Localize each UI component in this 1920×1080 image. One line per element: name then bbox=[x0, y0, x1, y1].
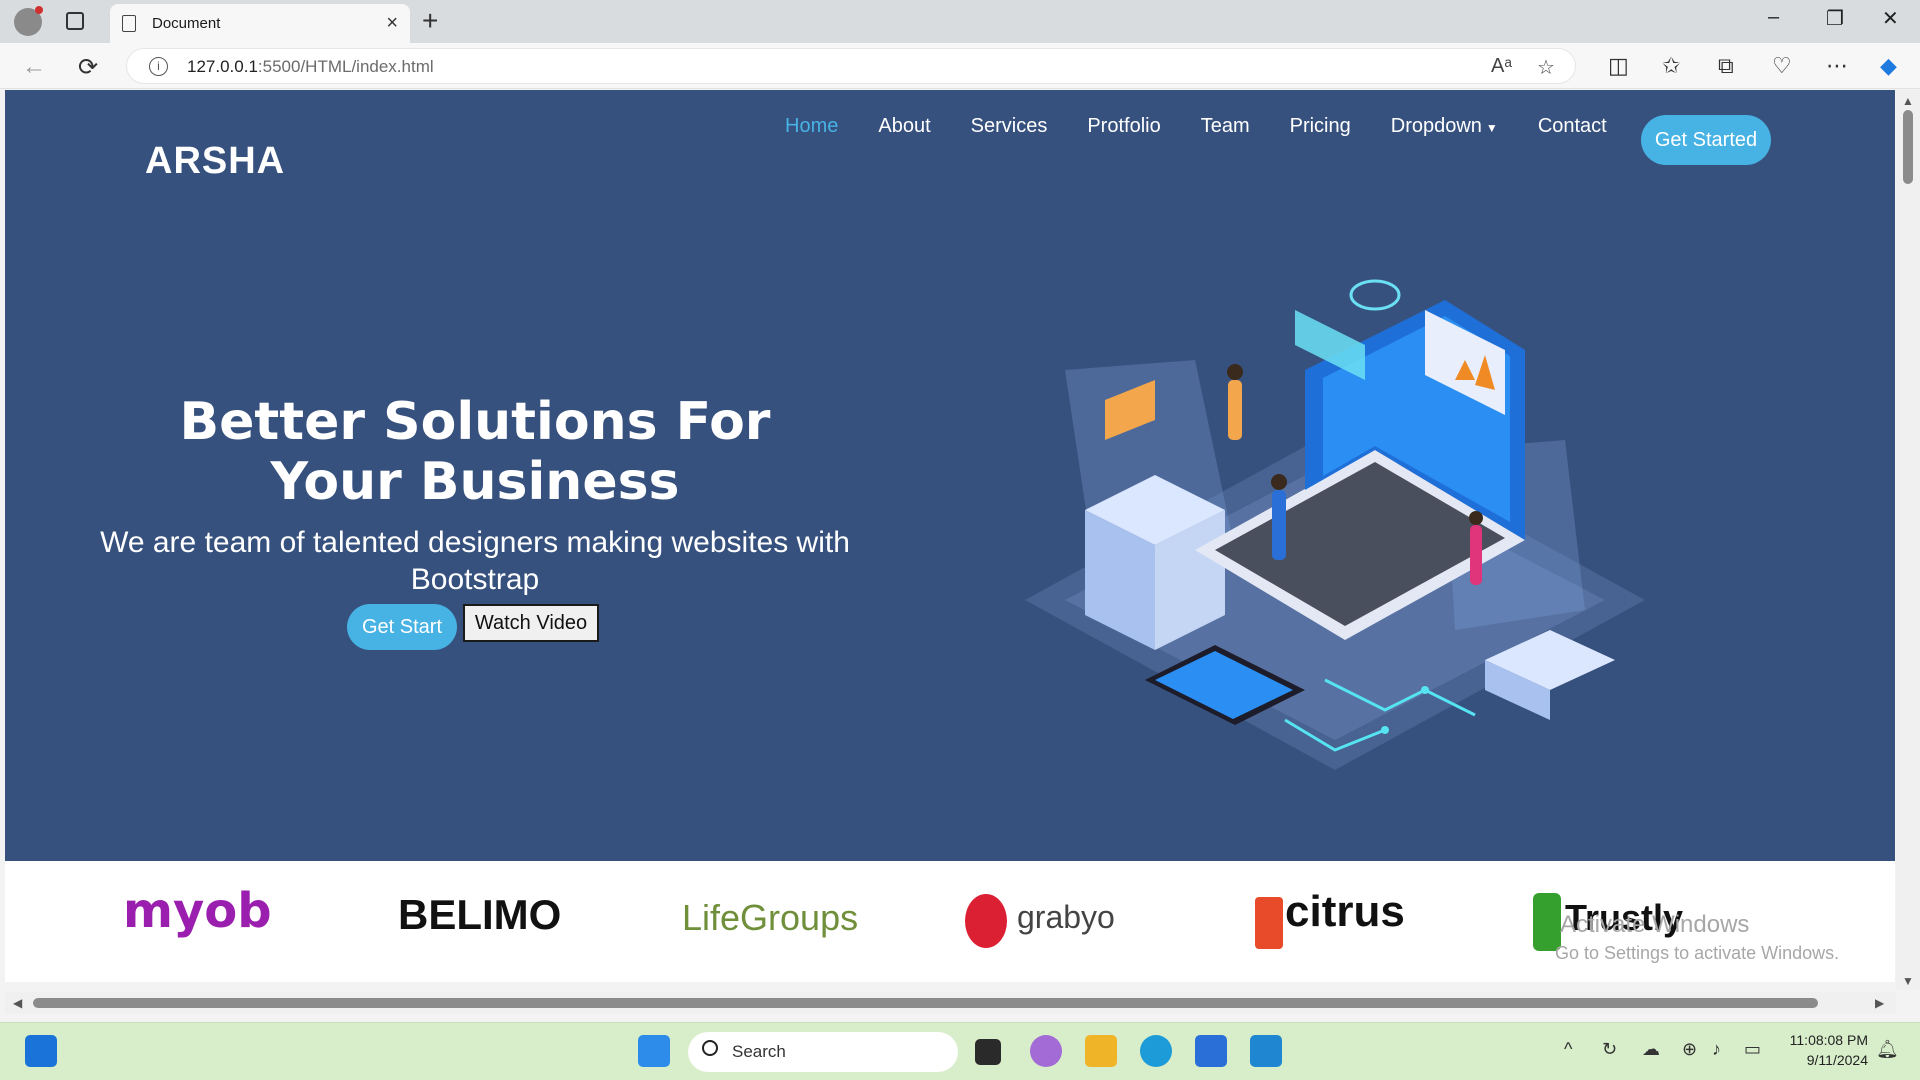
nav-dropdown-label: Dropdown bbox=[1390, 115, 1482, 137]
hero-illustration bbox=[1025, 279, 1645, 770]
client-logo-lifegroups: LifeGroups bbox=[682, 897, 859, 938]
get-started-button[interactable]: Get Started bbox=[1641, 115, 1771, 165]
clock-date: 9/11/2024 bbox=[1806, 1052, 1868, 1068]
client-logo-myob: myob bbox=[123, 883, 272, 939]
browser-essentials-icon[interactable]: ♡ bbox=[1772, 53, 1792, 79]
windows-taskbar: Search ^ ↻ ☁ ⊕ ♪ ▭ 11:08:08 PM 9/11/2024… bbox=[0, 1022, 1920, 1080]
collections-icon[interactable]: ⧉ bbox=[1718, 53, 1734, 79]
nav-dropdown[interactable]: Dropdown ▼ bbox=[1391, 115, 1498, 138]
browser-tab[interactable]: Document × bbox=[110, 4, 410, 43]
new-tab-icon[interactable]: + bbox=[422, 5, 438, 37]
scroll-down-icon[interactable]: ▼ bbox=[1902, 974, 1914, 988]
show-hidden-icons[interactable]: ^ bbox=[1564, 1039, 1572, 1060]
restore-icon[interactable]: ❐ bbox=[1826, 6, 1844, 31]
url-path: :5500/HTML/index.html bbox=[257, 57, 434, 76]
url-text[interactable]: 127.0.0.1:5500/HTML/index.html bbox=[187, 57, 434, 77]
copilot-icon[interactable]: ◆ bbox=[1880, 53, 1897, 79]
copilot-taskbar-icon[interactable] bbox=[1030, 1035, 1062, 1067]
tab-actions-icon[interactable] bbox=[66, 12, 84, 30]
scroll-left-icon[interactable]: ◀ bbox=[13, 996, 22, 1010]
vertical-scroll-thumb[interactable] bbox=[1903, 110, 1913, 184]
nav-services[interactable]: Services bbox=[971, 115, 1048, 138]
activate-windows-subtitle: Go to Settings to activate Windows. bbox=[1555, 943, 1840, 963]
vertical-scrollbar[interactable]: ▲ ▼ bbox=[1896, 90, 1920, 990]
vscode-icon[interactable] bbox=[1250, 1035, 1282, 1067]
client-logo-belimo: BELIMO bbox=[398, 891, 562, 938]
clock[interactable]: 11:08:08 PM 9/11/2024 bbox=[1782, 1030, 1868, 1070]
address-toolbar: ← ⟳ i 127.0.0.1:5500/HTML/index.html Aᵃ … bbox=[0, 43, 1920, 89]
clock-time: 11:08:08 PM bbox=[1789, 1032, 1868, 1048]
nav-contact[interactable]: Contact bbox=[1538, 115, 1607, 138]
horizontal-scrollbar[interactable]: ◀ ▶ bbox=[5, 992, 1896, 1014]
hero-subtitle: We are team of talented designers making… bbox=[100, 526, 850, 596]
client-logo-grabyo: grabyo bbox=[1017, 899, 1115, 935]
start-icon[interactable] bbox=[638, 1035, 670, 1067]
nav-portfolio[interactable]: Protfolio bbox=[1087, 115, 1160, 138]
address-bar[interactable]: i 127.0.0.1:5500/HTML/index.html Aᵃ ☆ bbox=[126, 48, 1576, 84]
horizontal-scroll-thumb[interactable] bbox=[33, 998, 1818, 1008]
close-window-icon[interactable]: ✕ bbox=[1882, 6, 1899, 31]
hero-title: Better Solutions For Your Business bbox=[179, 392, 771, 512]
edge-icon[interactable] bbox=[1140, 1035, 1172, 1067]
caret-down-icon: ▼ bbox=[1485, 121, 1498, 135]
taskbar-search-label: Search bbox=[732, 1042, 786, 1061]
close-tab-icon[interactable]: × bbox=[386, 12, 398, 35]
favorites-icon[interactable]: ✩ bbox=[1662, 53, 1680, 79]
network-icon[interactable]: ⊕ bbox=[1682, 1039, 1697, 1060]
battery-icon[interactable]: ▭ bbox=[1744, 1039, 1761, 1060]
main-nav: Home About Services Protfolio Team Prici… bbox=[785, 115, 1647, 138]
sync-icon[interactable]: ↻ bbox=[1602, 1039, 1617, 1060]
split-screen-icon[interactable]: ◫ bbox=[1608, 53, 1629, 79]
scroll-up-icon[interactable]: ▲ bbox=[1902, 94, 1914, 108]
grabyo-icon bbox=[965, 894, 1007, 948]
watch-video-button[interactable]: Watch Video bbox=[463, 604, 599, 642]
nav-team[interactable]: Team bbox=[1201, 115, 1250, 138]
browser-tab-strip: Document × + – ❐ ✕ bbox=[0, 0, 1920, 43]
notifications-icon[interactable]: 🔔︎ bbox=[1876, 1039, 1899, 1060]
nav-pricing[interactable]: Pricing bbox=[1290, 115, 1351, 138]
tab-title: Document bbox=[152, 15, 221, 32]
task-view-icon[interactable] bbox=[975, 1039, 1001, 1065]
get-start-button[interactable]: Get Start bbox=[347, 604, 457, 650]
nav-about[interactable]: About bbox=[878, 115, 930, 138]
scroll-right-icon[interactable]: ▶ bbox=[1875, 996, 1884, 1010]
widgets-icon[interactable] bbox=[25, 1035, 57, 1067]
favorite-star-icon[interactable]: ☆ bbox=[1537, 55, 1555, 80]
activate-windows-title: Activate Windows bbox=[1560, 911, 1750, 938]
volume-icon[interactable]: ♪ bbox=[1712, 1039, 1721, 1060]
taskbar-search[interactable]: Search bbox=[688, 1032, 958, 1072]
read-aloud-icon[interactable]: Aᵃ bbox=[1491, 55, 1512, 78]
cloud-offline-icon[interactable]: ☁ bbox=[1642, 1039, 1660, 1060]
client-logo-citrus: citrus bbox=[1285, 887, 1405, 936]
file-explorer-icon[interactable] bbox=[1085, 1035, 1117, 1067]
hero-section: ARSHA Home About Services Protfolio Team… bbox=[5, 90, 1895, 861]
site-logo[interactable]: ARSHA bbox=[145, 140, 285, 183]
url-host: 127.0.0.1 bbox=[187, 57, 258, 76]
clients-strip: myob BELIMO LifeGroups grabyo citrus Tru… bbox=[5, 861, 1895, 982]
search-icon bbox=[702, 1040, 718, 1056]
more-options-icon[interactable]: ⋯ bbox=[1826, 53, 1848, 79]
notification-dot bbox=[35, 6, 43, 14]
store-icon[interactable] bbox=[1195, 1035, 1227, 1067]
refresh-icon[interactable]: ⟳ bbox=[78, 53, 98, 82]
minimize-icon[interactable]: – bbox=[1768, 6, 1779, 29]
site-info-icon[interactable]: i bbox=[149, 57, 168, 76]
document-icon bbox=[122, 15, 136, 32]
nav-home[interactable]: Home bbox=[785, 115, 838, 138]
citrus-icon bbox=[1255, 897, 1283, 949]
page-viewport: ARSHA Home About Services Protfolio Team… bbox=[5, 90, 1895, 982]
back-icon[interactable]: ← bbox=[22, 53, 46, 81]
